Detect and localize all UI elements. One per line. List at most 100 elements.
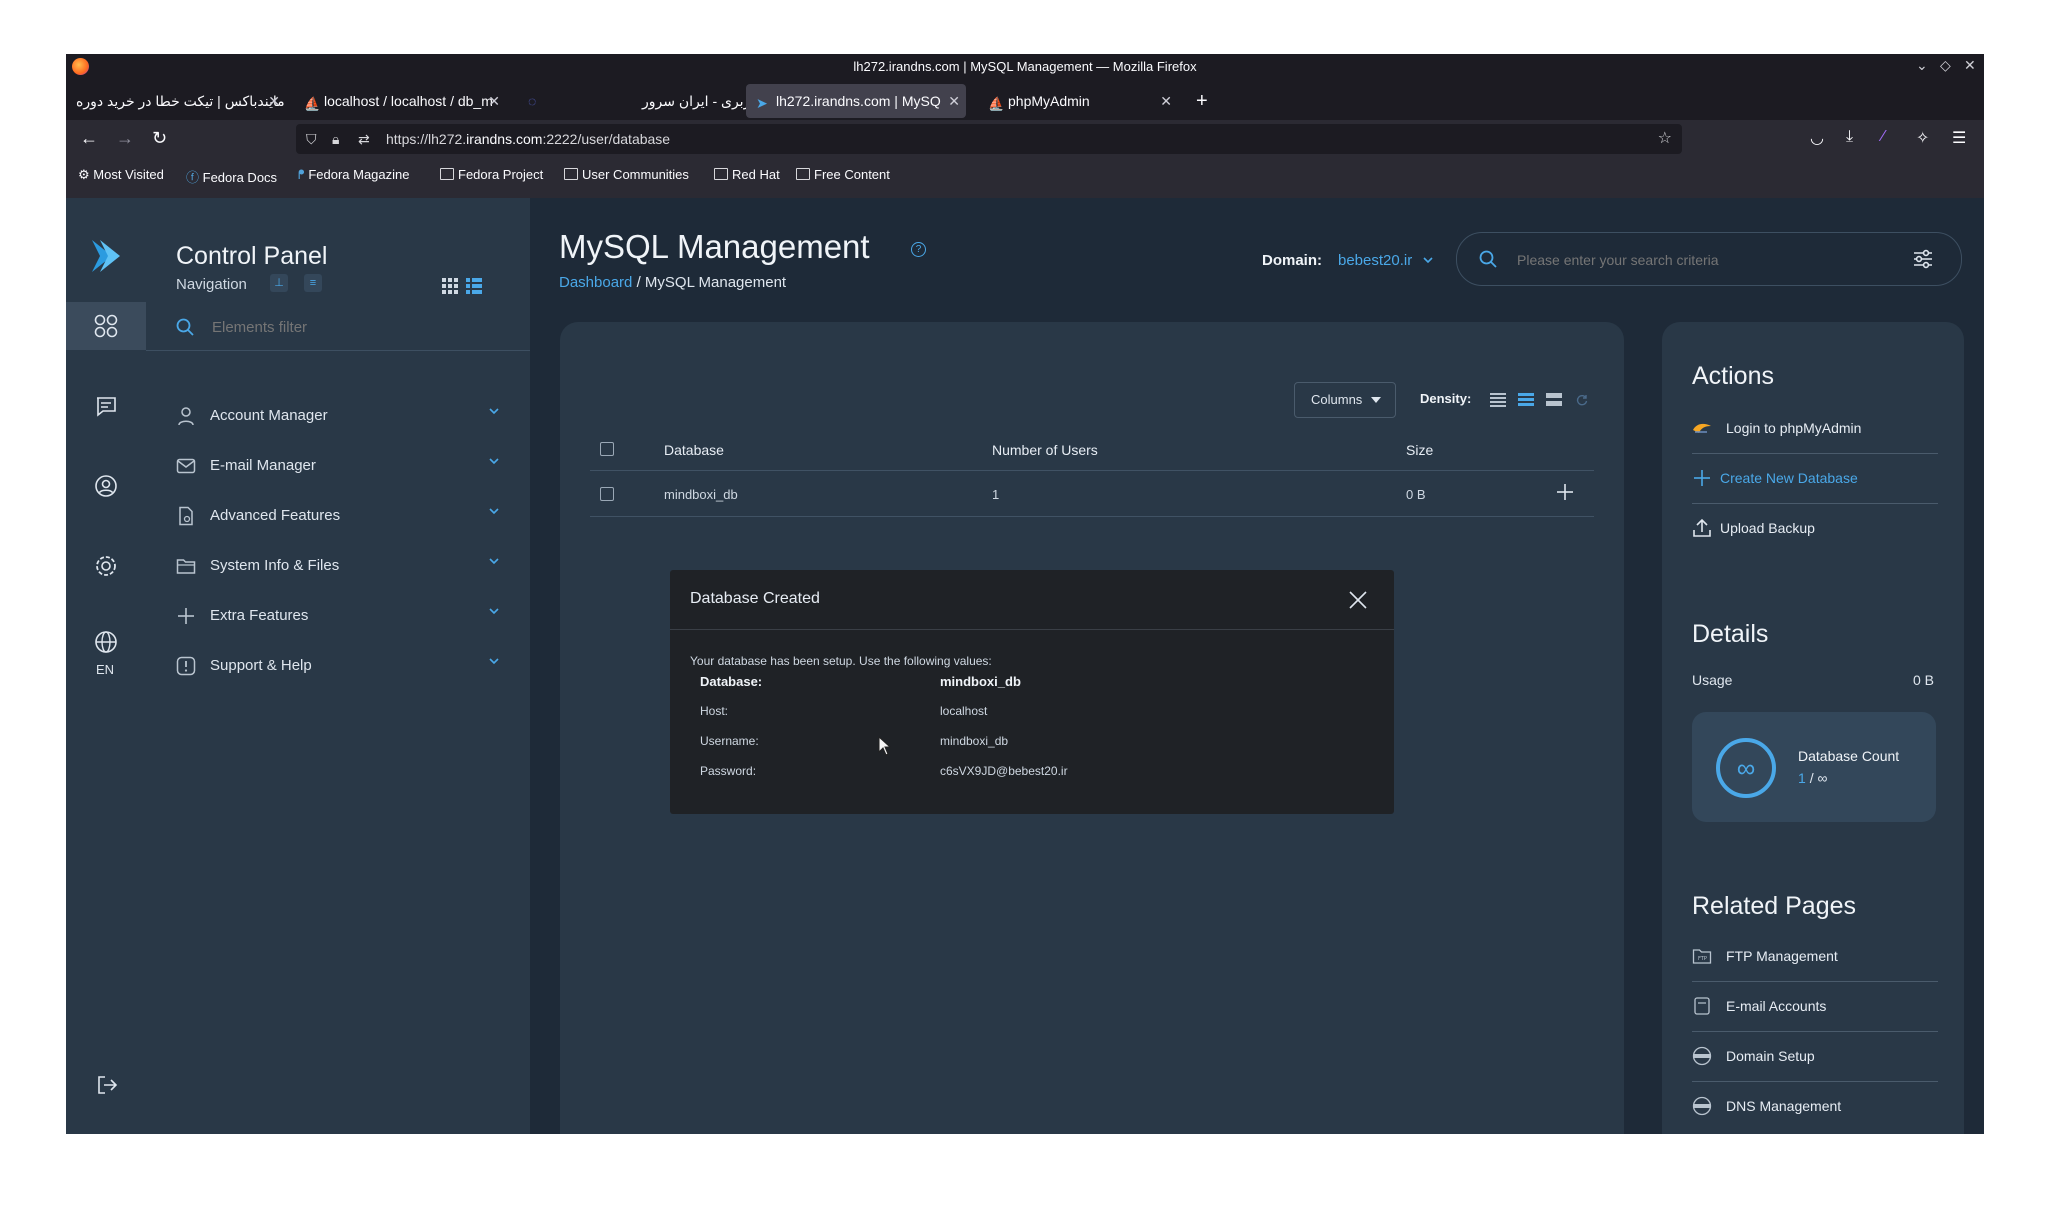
rail-language[interactable]: EN bbox=[66, 622, 146, 677]
domain-selector[interactable]: bebest20.ir bbox=[1338, 252, 1434, 269]
tab-phpmyadmin-localhost[interactable]: ⛵ localhost / localhost / db_m ✕ bbox=[296, 84, 506, 118]
action-create-database[interactable]: Create New Database bbox=[1692, 454, 1938, 504]
modal-database-label: Database: bbox=[700, 674, 763, 689]
bookmark-free-content[interactable]: Free Content bbox=[796, 167, 890, 182]
sidebar-actions-card: Actions Login to phpMyAdmin Create New D… bbox=[1662, 322, 1964, 1134]
menu-icon[interactable]: ☰ bbox=[1952, 128, 1966, 148]
bookmark-fedora-magazine[interactable]: ᖰ Fedora Magazine bbox=[298, 167, 409, 183]
tab-mindbox[interactable]: مایندباکس | تیکت خطا در خرید دوره ✕ bbox=[70, 84, 286, 118]
usage-label: Usage bbox=[1692, 672, 1733, 688]
close-window-icon[interactable]: ✕ bbox=[1964, 57, 1976, 74]
row-checkbox[interactable] bbox=[600, 487, 614, 501]
tab-strip: مایندباکس | تیکت خطا در خرید دوره ✕ ⛵ loc… bbox=[66, 80, 1984, 120]
elements-filter-input[interactable] bbox=[210, 314, 514, 340]
extensions-puzzle-icon[interactable]: ✧ bbox=[1916, 128, 1929, 148]
help-icon[interactable]: ? bbox=[911, 242, 926, 257]
grid-view-icon[interactable] bbox=[442, 278, 458, 294]
new-tab-button[interactable]: + bbox=[1196, 84, 1226, 118]
nav-system-info-files[interactable]: System Info & Files bbox=[176, 548, 506, 588]
url-bar[interactable]: ⛉ 🔒︎ ⇄ https://lh272.irandns.com:2222/us… bbox=[296, 124, 1682, 154]
action-upload-backup[interactable]: Upload Backup bbox=[1692, 504, 1938, 554]
expand-row-icon[interactable] bbox=[1556, 483, 1574, 501]
plus-icon bbox=[1694, 470, 1710, 486]
density-compact-icon[interactable] bbox=[1490, 393, 1506, 407]
pocket-icon[interactable]: ◡ bbox=[1810, 128, 1824, 148]
close-icon[interactable] bbox=[1348, 590, 1368, 610]
bookmark-user-communities[interactable]: User Communities bbox=[564, 167, 689, 182]
columns-button[interactable]: Columns bbox=[1294, 382, 1396, 418]
tab-close-icon[interactable]: ✕ bbox=[488, 84, 500, 118]
nav-email-manager[interactable]: E-mail Manager bbox=[176, 448, 506, 488]
modal-password-value: c6sVX9JD@bebest20.ir bbox=[940, 764, 1068, 778]
nav-support-help[interactable]: Support & Help bbox=[176, 648, 506, 688]
shield-icon[interactable]: ⛉ bbox=[306, 124, 317, 154]
permissions-icon[interactable]: ⇄ bbox=[358, 124, 370, 154]
phpmyadmin-icon: ⛵ bbox=[304, 96, 321, 111]
tab-mysql-management[interactable]: ➤ lh272.irandns.com | MySQ ✕ bbox=[746, 84, 966, 118]
extension-icon[interactable]: ⁄ bbox=[1882, 128, 1885, 146]
rail-settings[interactable] bbox=[66, 542, 146, 590]
nav-account-manager[interactable]: Account Manager bbox=[176, 398, 506, 438]
search-bar[interactable] bbox=[1456, 232, 1962, 286]
lock-icon[interactable]: 🔒︎ bbox=[332, 124, 339, 154]
nav-extra-features[interactable]: Extra Features bbox=[176, 598, 506, 638]
filter-settings-icon[interactable] bbox=[1913, 249, 1933, 269]
directadmin-logo-icon[interactable] bbox=[86, 236, 126, 276]
row-users: 1 bbox=[992, 487, 1000, 502]
column-header-users[interactable]: Number of Users bbox=[992, 442, 1098, 458]
related-email-accounts[interactable]: E-mail Accounts bbox=[1692, 982, 1938, 1032]
tab-close-icon[interactable]: ✕ bbox=[1160, 84, 1172, 118]
action-login-phpmyadmin[interactable]: Login to phpMyAdmin bbox=[1692, 404, 1938, 454]
bookmarks-bar: ⚙ Most Visited ⓕ Fedora Docs ᖰ Fedora Ma… bbox=[66, 160, 1984, 190]
folder-icon bbox=[440, 168, 454, 180]
database-count-widget: ∞ Database Count 1 / ∞ bbox=[1692, 712, 1936, 822]
modal-intro: Your database has been setup. Use the fo… bbox=[690, 654, 992, 668]
actions-title: Actions bbox=[1692, 362, 1774, 390]
select-all-checkbox[interactable] bbox=[600, 442, 614, 456]
icon-rail: EN bbox=[66, 198, 146, 1134]
page-content: EN Control Panel Navigation ⊥ ≡ Elements… bbox=[66, 198, 1984, 1134]
url-text[interactable]: https://lh272.irandns.com:2222/user/data… bbox=[386, 124, 670, 154]
rail-account[interactable] bbox=[66, 462, 146, 510]
back-icon[interactable]: ← bbox=[80, 128, 98, 149]
column-header-database[interactable]: Database bbox=[664, 442, 724, 458]
upload-icon bbox=[1693, 518, 1711, 537]
phpmyadmin-icon: ⛵ bbox=[988, 96, 1005, 111]
elements-filter[interactable] bbox=[146, 302, 530, 351]
navigation-panel: Control Panel Navigation ⊥ ≡ Elements fi… bbox=[146, 198, 530, 1134]
maximize-icon[interactable]: ◇ bbox=[1940, 57, 1951, 74]
list-toggle-icon[interactable]: ≡ bbox=[304, 274, 322, 292]
nav-advanced-features[interactable]: Advanced Features bbox=[176, 498, 506, 538]
breadcrumb-dashboard-link[interactable]: Dashboard bbox=[559, 274, 632, 291]
tab-close-icon[interactable]: ✕ bbox=[948, 84, 960, 118]
table-row[interactable]: mindboxi_db 1 0 B bbox=[590, 471, 1594, 517]
pin-icon[interactable]: ⊥ bbox=[270, 274, 288, 292]
reload-icon[interactable]: ↻ bbox=[152, 128, 167, 149]
bookmark-star-icon[interactable]: ☆ bbox=[1658, 124, 1672, 154]
related-dns-management[interactable]: DNS Management bbox=[1692, 1082, 1938, 1132]
bookmark-fedora-project[interactable]: Fedora Project bbox=[440, 167, 543, 182]
directadmin-icon: ➤ bbox=[756, 95, 768, 111]
density-standard-icon[interactable] bbox=[1518, 393, 1534, 407]
forward-icon[interactable]: → bbox=[116, 128, 134, 149]
minimize-icon[interactable]: ⌄ bbox=[1916, 57, 1928, 74]
tab-loading[interactable]: ◌ bbox=[518, 84, 558, 118]
bookmark-fedora-docs[interactable]: ⓕ Fedora Docs bbox=[186, 167, 277, 186]
column-header-size[interactable]: Size bbox=[1406, 442, 1433, 458]
bookmark-most-visited[interactable]: ⚙ Most Visited bbox=[78, 167, 164, 183]
related-ftp-management[interactable]: FTP FTP Management bbox=[1692, 932, 1938, 982]
list-view-icon[interactable] bbox=[466, 278, 482, 294]
tab-phpmyadmin[interactable]: ⛵ phpMyAdmin ✕ bbox=[978, 84, 1178, 118]
row-divider bbox=[590, 516, 1594, 517]
search-input[interactable] bbox=[1515, 247, 1879, 273]
bookmark-red-hat[interactable]: Red Hat bbox=[714, 167, 780, 182]
logout-icon[interactable] bbox=[96, 1074, 118, 1096]
tab-close-icon[interactable]: ✕ bbox=[268, 84, 280, 118]
refresh-icon[interactable] bbox=[1576, 394, 1588, 406]
rail-dashboard[interactable] bbox=[66, 302, 146, 350]
rail-messages[interactable] bbox=[66, 382, 146, 430]
related-domain-setup[interactable]: Domain Setup bbox=[1692, 1032, 1938, 1082]
chevron-down-icon bbox=[1423, 257, 1433, 264]
downloads-icon[interactable]: ⤓ bbox=[1846, 128, 1853, 146]
density-comfortable-icon[interactable] bbox=[1546, 393, 1562, 407]
